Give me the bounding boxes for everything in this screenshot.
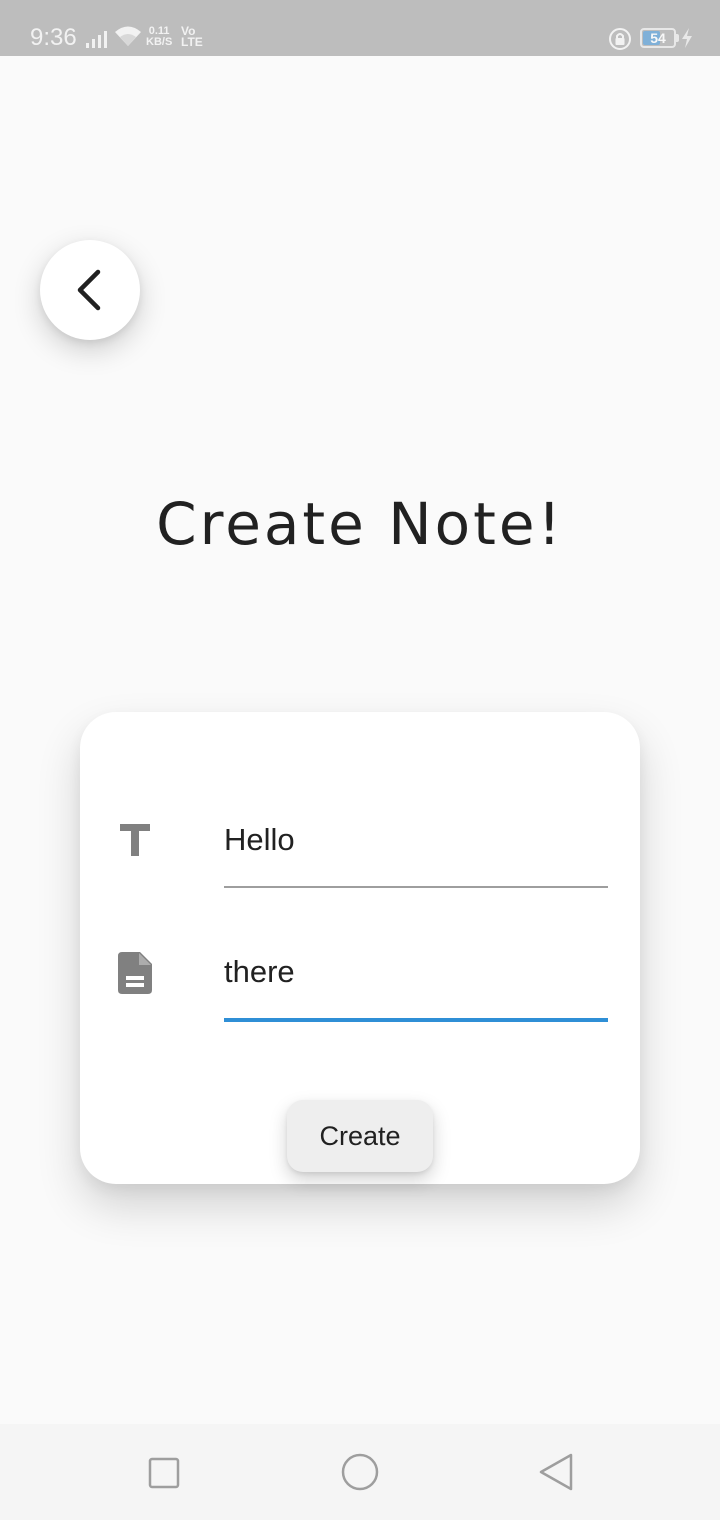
body-field[interactable] <box>224 948 608 1022</box>
body-field-underline-focused <box>224 1018 608 1022</box>
square-icon[interactable] <box>148 1457 180 1489</box>
navigation-bar <box>0 1424 720 1520</box>
page-title: Create Note! <box>156 490 564 558</box>
rotation-lock-icon <box>609 28 631 50</box>
charging-icon <box>682 28 692 48</box>
title-field[interactable] <box>224 816 608 888</box>
circle-icon[interactable] <box>341 1453 379 1491</box>
volte-indicator: Vo LTE <box>181 25 203 49</box>
wifi-icon <box>115 26 141 46</box>
body-input[interactable] <box>224 952 608 992</box>
title-field-underline <box>224 886 608 888</box>
volte-bottom: LTE <box>181 35 203 49</box>
create-note-screen: 9:36 0.11 KB/S Vo LTE 54 Create Note! He… <box>0 0 720 1520</box>
battery-indicator: 54 <box>640 28 676 48</box>
chevron-left-icon <box>77 269 101 311</box>
note-form-card: Create <box>80 712 640 1184</box>
triangle-back-icon[interactable] <box>538 1453 574 1491</box>
text-title-icon <box>120 824 150 856</box>
status-bar: 9:36 0.11 KB/S Vo LTE 54 <box>0 0 720 56</box>
back-button[interactable] <box>40 240 140 340</box>
status-time: 9:36 <box>30 24 77 51</box>
title-input[interactable] <box>224 820 608 860</box>
battery-level: 54 <box>650 30 666 46</box>
create-button[interactable]: Create <box>287 1100 433 1172</box>
battery-tip <box>676 34 679 42</box>
network-speed: 0.11 KB/S <box>146 26 172 48</box>
document-icon <box>118 952 152 994</box>
network-speed-unit: KB/S <box>146 36 173 48</box>
signal-icon <box>86 31 107 48</box>
